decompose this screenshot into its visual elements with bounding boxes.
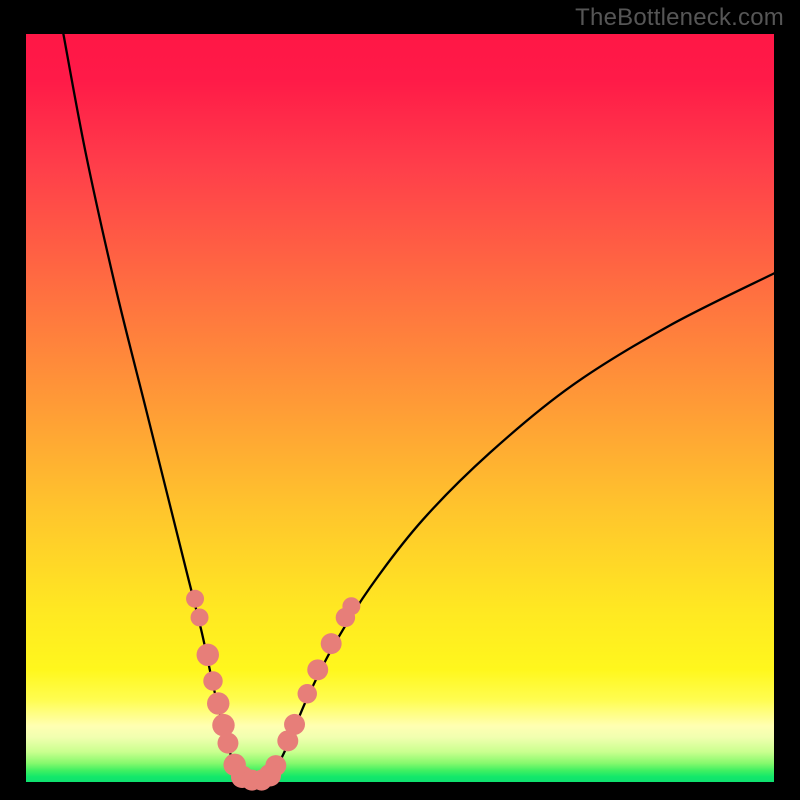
marker-dot	[298, 684, 317, 703]
watermark-text: TheBottleneck.com	[575, 4, 784, 32]
plot-area	[26, 34, 774, 782]
chart-frame: TheBottleneck.com	[0, 0, 800, 800]
markers-left	[186, 590, 246, 776]
marker-dot	[207, 692, 229, 714]
marker-dot	[307, 659, 328, 680]
marker-dot	[212, 714, 234, 736]
left-curve	[63, 34, 240, 780]
marker-dot	[191, 608, 209, 626]
marker-dot	[342, 597, 360, 615]
marker-dot	[217, 733, 238, 754]
marker-dot	[197, 644, 219, 666]
markers-right	[265, 597, 360, 776]
marker-dot	[321, 633, 342, 654]
marker-dot	[284, 714, 305, 735]
right-curve	[268, 273, 774, 779]
marker-dot	[186, 590, 204, 608]
marker-dot	[259, 764, 281, 786]
markers-bottom	[231, 764, 281, 791]
marker-dot	[203, 671, 222, 690]
curve-layer	[26, 34, 774, 782]
